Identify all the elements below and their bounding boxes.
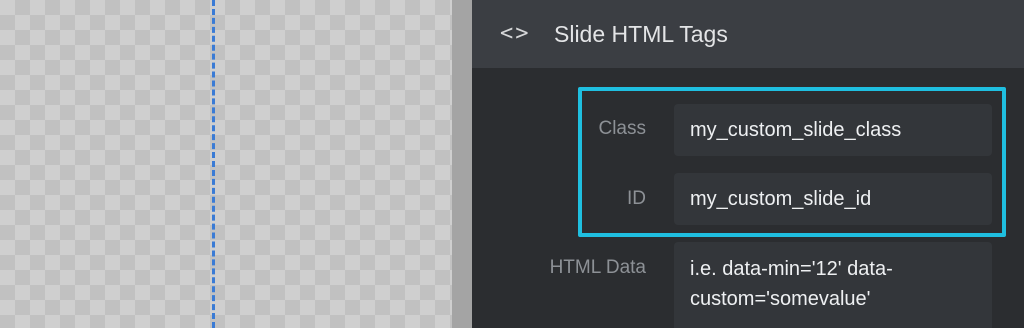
slide-canvas[interactable] <box>0 0 452 328</box>
panel-header[interactable]: <> Slide HTML Tags <box>472 0 1024 68</box>
slide-html-tags-panel: <> Slide HTML Tags Class my_custom_slide… <box>472 0 1024 328</box>
html-data-label: HTML Data <box>549 257 646 278</box>
guide-line[interactable] <box>212 0 215 328</box>
panel-title: Slide HTML Tags <box>554 20 728 47</box>
canvas-scrollbar[interactable] <box>452 0 472 328</box>
html-data-textarea[interactable]: i.e. data-min='12' data-custom='somevalu… <box>674 242 992 328</box>
id-input[interactable]: my_custom_slide_id <box>674 173 992 225</box>
id-label: ID <box>627 188 646 209</box>
code-brackets-icon: <> <box>500 21 531 46</box>
editor-view: <> Slide HTML Tags Class my_custom_slide… <box>0 0 1024 328</box>
class-input[interactable]: my_custom_slide_class <box>674 104 992 156</box>
class-label: Class <box>598 118 646 139</box>
